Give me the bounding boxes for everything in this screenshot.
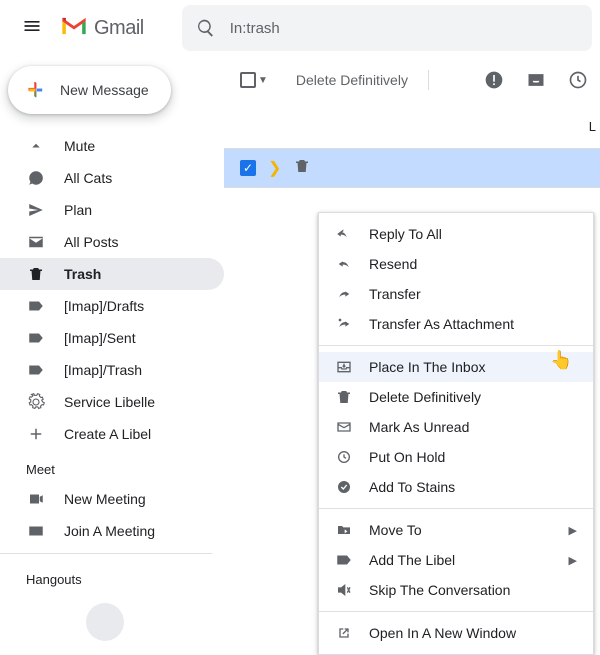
banner-strip: L <box>224 104 600 148</box>
sidebar-item-plan[interactable]: Plan <box>0 194 224 226</box>
meet-new-meeting[interactable]: New Meeting <box>0 483 224 515</box>
toolbar-separator <box>428 70 429 90</box>
trash-icon <box>335 388 353 406</box>
context-menu-separator <box>319 345 593 346</box>
sidebar-item-service-libelle[interactable]: Service Libelle <box>0 386 224 418</box>
video-icon <box>26 489 46 509</box>
hangouts-avatar[interactable] <box>86 603 124 641</box>
ctx-reply-to-all[interactable]: Reply To All <box>319 219 593 249</box>
compose-plus-icon <box>22 77 48 103</box>
mute-icon <box>335 581 353 599</box>
mail-icon <box>26 232 46 252</box>
ctx-transfer[interactable]: Transfer <box>319 279 593 309</box>
search-input[interactable] <box>230 20 592 37</box>
gmail-m-icon <box>60 15 88 42</box>
forward-icon <box>335 285 353 303</box>
sidebar-item-all-cats[interactable]: All Cats <box>0 162 224 194</box>
ctx-mark-as-unread[interactable]: Mark As Unread <box>319 412 593 442</box>
sidebar-item--imap-drafts[interactable]: [Imap]/Drafts <box>0 290 224 322</box>
row-checkbox-checked[interactable]: ✓ <box>240 160 256 176</box>
meet-join-meeting[interactable]: Join A Meeting <box>0 515 224 547</box>
submenu-arrow-icon: ▶ <box>569 524 577 537</box>
clock-icon <box>335 448 353 466</box>
ctx-add-to-stains[interactable]: Add To Stains <box>319 472 593 502</box>
ctx-skip-the-conversation[interactable]: Skip The Conversation <box>319 575 593 605</box>
label-icon <box>26 328 46 348</box>
mail-row[interactable]: ✓ ❯ <box>224 148 600 188</box>
sidebar-divider <box>0 553 212 554</box>
search-bar[interactable] <box>182 5 592 51</box>
sidebar-item-mute[interactable]: Mute <box>0 130 224 162</box>
ctx-move-to[interactable]: Move To▶ <box>319 515 593 545</box>
add-task-icon <box>335 478 353 496</box>
plus-icon <box>26 424 46 444</box>
chevron-down-icon: ▼ <box>258 75 268 86</box>
importance-marker-icon[interactable]: ❯ <box>268 158 281 178</box>
settings-icon <box>26 392 46 412</box>
meet-section-title: Meet <box>0 450 224 483</box>
reply-all-icon <box>335 225 353 243</box>
unread-icon <box>335 418 353 436</box>
trash-icon <box>26 264 46 284</box>
search-icon <box>196 18 216 38</box>
trash-icon <box>293 157 311 180</box>
keyboard-icon <box>26 521 46 541</box>
gmail-wordmark: Gmail <box>94 17 144 40</box>
spam-icon[interactable] <box>484 70 504 90</box>
gmail-logo[interactable]: Gmail <box>60 15 144 42</box>
submenu-arrow-icon: ▶ <box>569 554 577 567</box>
less-icon <box>26 136 46 156</box>
context-menu-separator <box>319 611 593 612</box>
sidebar-item-create-a-libel[interactable]: Create A Libel <box>0 418 224 450</box>
sidebar-item-all-posts[interactable]: All Posts <box>0 226 224 258</box>
label-icon <box>26 296 46 316</box>
delete-forever-button[interactable]: Delete Definitively <box>296 72 408 88</box>
select-all-checkbox[interactable]: ▼ <box>240 72 268 88</box>
chat-icon <box>26 168 46 188</box>
context-menu-separator <box>319 508 593 509</box>
checkbox-icon <box>240 72 256 88</box>
ctx-resend[interactable]: Resend <box>319 249 593 279</box>
attach-fwd-icon <box>335 315 353 333</box>
ctx-add-the-libel[interactable]: Add The Libel▶ <box>319 545 593 575</box>
reply-icon <box>335 255 353 273</box>
ctx-open-in-a-new-window[interactable]: Open In A New Window <box>319 618 593 648</box>
ctx-put-on-hold[interactable]: Put On Hold <box>319 442 593 472</box>
main-menu-button[interactable] <box>8 4 56 52</box>
hamburger-icon <box>22 16 42 41</box>
inbox-icon <box>335 358 353 376</box>
label-icon <box>335 551 353 569</box>
open-icon <box>335 624 353 642</box>
snooze-clock-icon[interactable] <box>568 70 588 90</box>
sidebar-item--imap-trash[interactable]: [Imap]/Trash <box>0 354 224 386</box>
hangouts-section-title: Hangouts <box>0 560 224 593</box>
move-to-inbox-icon[interactable] <box>526 70 546 90</box>
compose-button[interactable]: New Message <box>8 66 171 114</box>
folder-icon <box>335 521 353 539</box>
ctx-transfer-as-attachment[interactable]: Transfer As Attachment <box>319 309 593 339</box>
label-icon <box>26 360 46 380</box>
ctx-place-in-the-inbox[interactable]: Place In The Inbox <box>319 352 593 382</box>
send-icon <box>26 200 46 220</box>
context-menu: Reply To AllResendTransferTransfer As At… <box>318 212 594 655</box>
ctx-delete-definitively[interactable]: Delete Definitively <box>319 382 593 412</box>
compose-label: New Message <box>60 82 149 98</box>
sidebar-item--imap-sent[interactable]: [Imap]/Sent <box>0 322 224 354</box>
sidebar-item-trash[interactable]: Trash <box>0 258 224 290</box>
